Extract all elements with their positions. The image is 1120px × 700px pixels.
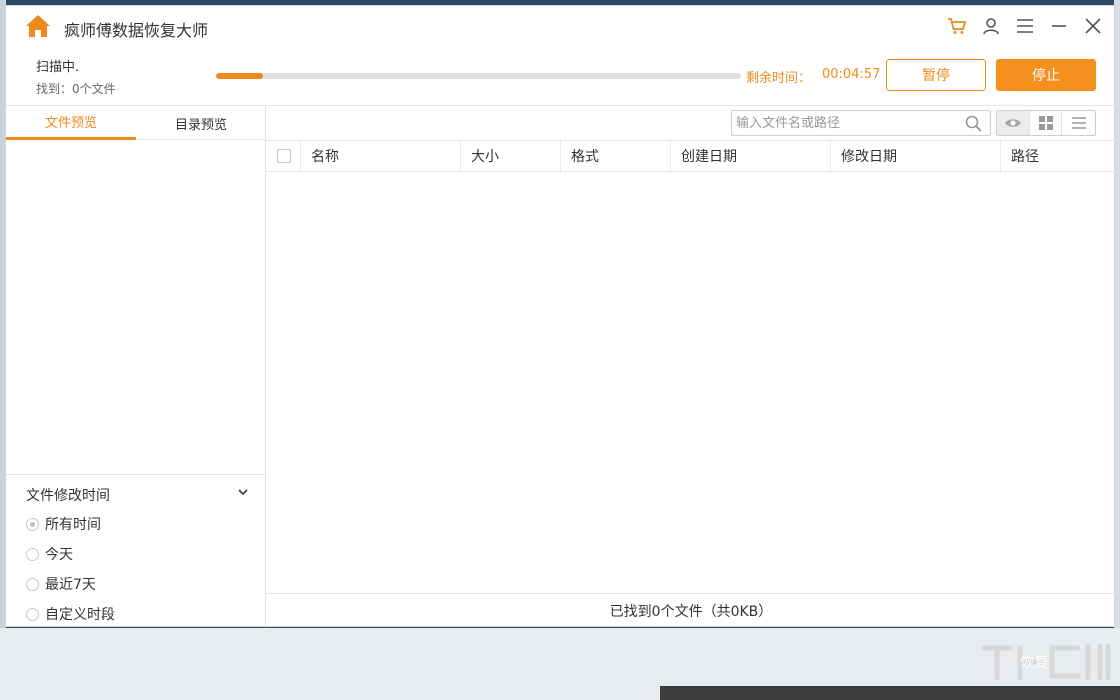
column-header-modified[interactable]: 修改日期 xyxy=(830,141,1000,171)
search-input[interactable] xyxy=(736,112,956,134)
eye-icon[interactable] xyxy=(997,111,1030,135)
radio-button[interactable] xyxy=(26,517,39,531)
tab-file-preview[interactable]: 文件预览 xyxy=(6,106,136,140)
scan-progress-bar xyxy=(216,73,741,79)
app-title: 疯师傅数据恢复大师 xyxy=(64,21,209,40)
results-summary: 已找到0个文件（共0KB） xyxy=(266,593,1116,627)
radio-button[interactable] xyxy=(26,607,39,621)
list-view-icon[interactable] xyxy=(1062,111,1095,135)
close-icon[interactable] xyxy=(1078,12,1108,40)
modified-time-filter: 文件修改时间 所有时间 今天 最近7天 自定义时段 xyxy=(6,474,265,627)
search-box xyxy=(731,110,991,136)
column-header-format[interactable]: 格式 xyxy=(560,141,670,171)
taskbar-fragment xyxy=(660,686,1120,700)
filter-option-all-time[interactable]: 所有时间 xyxy=(26,514,101,534)
radio-button[interactable] xyxy=(26,547,39,561)
filter-option-label: 今天 xyxy=(45,547,73,563)
filter-option-today[interactable]: 今天 xyxy=(26,544,73,564)
tab-directory-preview[interactable]: 目录预览 xyxy=(136,106,266,140)
remaining-time-value: 00:04:57 xyxy=(822,67,881,82)
sidebar: 文件预览 目录预览 文件修改时间 所有时间 今天 最近7天 自定义时段 xyxy=(6,106,266,627)
scan-progress-fill xyxy=(216,73,264,79)
view-mode-switcher xyxy=(996,110,1096,136)
remaining-time-label: 剩余时间： xyxy=(746,71,812,86)
grid-view-icon[interactable] xyxy=(1030,111,1063,135)
cart-icon[interactable] xyxy=(942,12,972,40)
app-window: 疯师傅数据恢复大师 扫描中. 找到：0个文件 剩余时间： 00:04:57 暂停… xyxy=(5,5,1116,627)
filter-option-label: 最近7天 xyxy=(45,577,96,593)
radio-button[interactable] xyxy=(26,577,39,591)
file-list-panel: 名称 大小 格式 创建日期 修改日期 路径 已找到0个文件（共0KB） xyxy=(266,106,1116,627)
filter-option-label: 自定义时段 xyxy=(45,607,115,623)
table-header: 名称 大小 格式 创建日期 修改日期 路径 xyxy=(266,140,1116,172)
column-header-path[interactable]: 路径 xyxy=(1000,141,1116,171)
column-header-name[interactable]: 名称 xyxy=(300,141,460,171)
title-bar-actions xyxy=(942,12,1108,40)
filter-title: 文件修改时间 xyxy=(26,488,110,504)
column-header-created[interactable]: 创建日期 xyxy=(670,141,830,171)
scan-status: 扫描中. xyxy=(36,60,80,75)
title-bar: 疯师傅数据恢复大师 xyxy=(6,6,1116,46)
home-icon[interactable] xyxy=(24,13,52,39)
stop-button[interactable]: 停止 xyxy=(996,59,1096,91)
scan-bar: 扫描中. 找到：0个文件 剩余时间： 00:04:57 暂停 停止 xyxy=(6,46,1116,106)
preview-tabs: 文件预览 目录预览 xyxy=(6,106,266,140)
pause-button[interactable]: 暂停 xyxy=(886,59,986,91)
user-icon[interactable] xyxy=(976,12,1006,40)
recover-button[interactable]: 恢复 xyxy=(1020,652,1048,672)
menu-icon[interactable] xyxy=(1010,12,1040,40)
filter-option-custom-range[interactable]: 自定义时段 xyxy=(26,604,115,624)
list-toolbar xyxy=(266,106,1116,140)
found-count: 找到：0个文件 xyxy=(36,82,116,96)
search-icon[interactable] xyxy=(965,115,982,132)
filter-option-last-7-days[interactable]: 最近7天 xyxy=(26,574,96,594)
column-header-size[interactable]: 大小 xyxy=(460,141,560,171)
chevron-down-icon[interactable] xyxy=(236,485,250,499)
minimize-icon[interactable] xyxy=(1044,12,1074,40)
filter-option-label: 所有时间 xyxy=(45,517,101,533)
select-all-checkbox[interactable] xyxy=(277,149,291,163)
